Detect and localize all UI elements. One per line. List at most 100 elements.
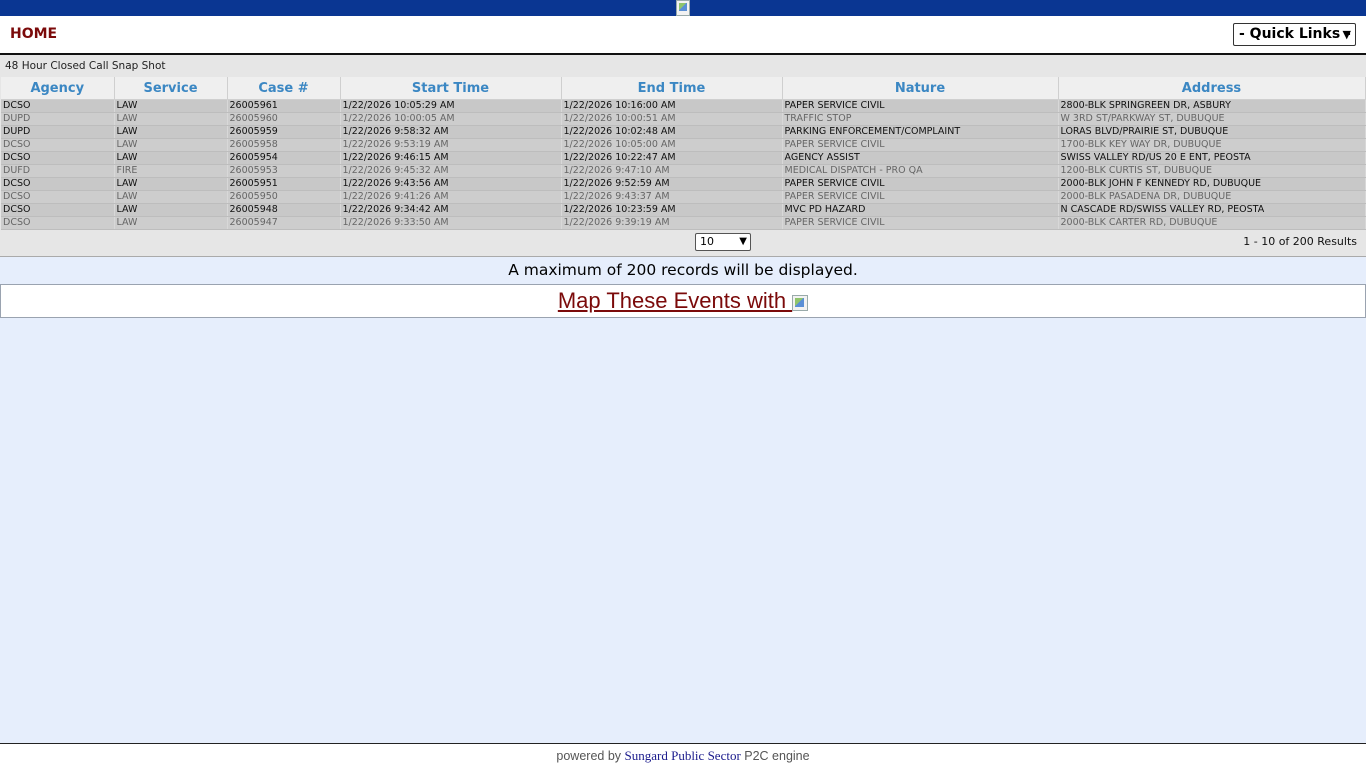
- broken-image-icon: [792, 295, 809, 311]
- cell-address: 2000-BLK PASADENA DR, DUBUQUE: [1058, 190, 1366, 204]
- map-events-label: Map These Events with: [557, 288, 793, 313]
- cell-end-time: 1/22/2026 10:02:48 AM: [561, 125, 783, 139]
- results-count: 1 - 10 of 200 Results: [1243, 235, 1357, 248]
- cell-case: 26005950: [227, 190, 341, 204]
- panel-title: 48 Hour Closed Call Snap Shot: [5, 60, 166, 72]
- column-header-nature[interactable]: Nature: [782, 77, 1059, 100]
- table-row[interactable]: DCSO LAW 26005947 1/22/2026 9:33:50 AM 1/22/…: [1, 216, 1366, 230]
- cell-agency: DCSO: [1, 177, 115, 191]
- cell-agency: DUPD: [1, 112, 115, 126]
- cell-agency: DCSO: [1, 190, 115, 204]
- footer-prefix: powered by: [556, 749, 625, 763]
- cell-agency: DUFD: [1, 164, 115, 178]
- column-header-end-time[interactable]: End Time: [561, 77, 783, 100]
- cell-start-time: 1/22/2026 9:34:42 AM: [340, 203, 562, 217]
- cell-address: LORAS BLVD/PRAIRIE ST, DUBUQUE: [1058, 125, 1366, 139]
- cell-service: LAW: [114, 216, 228, 230]
- cell-address: 1200-BLK CURTIS ST, DUBUQUE: [1058, 164, 1366, 178]
- cell-nature: PAPER SERVICE CIVIL: [782, 99, 1059, 113]
- table-row[interactable]: DUPD LAW 26005959 1/22/2026 9:58:32 AM 1/22/…: [1, 125, 1366, 139]
- cell-service: LAW: [114, 112, 228, 126]
- cell-address: 2800-BLK SPRINGREEN DR, ASBURY: [1058, 99, 1366, 113]
- cell-case: 26005958: [227, 138, 341, 152]
- closed-calls-panel: 48 Hour Closed Call Snap Shot Agency Ser…: [0, 55, 1366, 257]
- cell-end-time: 1/22/2026 9:52:59 AM: [561, 177, 783, 191]
- cell-start-time: 1/22/2026 9:58:32 AM: [340, 125, 562, 139]
- table-row[interactable]: DCSO LAW 26005950 1/22/2026 9:41:26 AM 1/22/…: [1, 190, 1366, 204]
- table-row[interactable]: DUFD FIRE 26005953 1/22/2026 9:45:32 AM 1/22…: [1, 164, 1366, 178]
- chevron-down-icon: ▼: [739, 236, 747, 247]
- cell-nature: MEDICAL DISPATCH - PRO QA: [782, 164, 1059, 178]
- cell-nature: AGENCY ASSIST: [782, 151, 1059, 165]
- table-header-row: Agency Service Case # Start Time End Tim…: [1, 77, 1366, 100]
- map-events-link[interactable]: Map These Events with: [557, 288, 809, 313]
- header-bar: HOME - Quick Links - ▼: [0, 16, 1366, 53]
- cell-address: N CASCADE RD/SWISS VALLEY RD, PEOSTA: [1058, 203, 1366, 217]
- cell-case: 26005960: [227, 112, 341, 126]
- cell-service: LAW: [114, 151, 228, 165]
- cell-service: FIRE: [114, 164, 228, 178]
- cell-service: LAW: [114, 177, 228, 191]
- vendor-link[interactable]: Sungard Public Sector: [625, 748, 741, 763]
- footer-suffix: P2C engine: [740, 749, 810, 763]
- cell-start-time: 1/22/2026 9:33:50 AM: [340, 216, 562, 230]
- calls-table: Agency Service Case # Start Time End Tim…: [1, 77, 1366, 230]
- home-link[interactable]: HOME: [10, 26, 57, 42]
- cell-nature: PAPER SERVICE CIVIL: [782, 138, 1059, 152]
- column-header-agency[interactable]: Agency: [1, 77, 115, 100]
- map-events-box: Map These Events with: [0, 284, 1366, 318]
- cell-agency: DCSO: [1, 216, 115, 230]
- column-header-case[interactable]: Case #: [227, 77, 341, 100]
- broken-image-icon: [676, 0, 690, 16]
- cell-start-time: 1/22/2026 10:05:29 AM: [340, 99, 562, 113]
- cell-start-time: 1/22/2026 9:46:15 AM: [340, 151, 562, 165]
- cell-service: LAW: [114, 99, 228, 113]
- cell-end-time: 1/22/2026 10:16:00 AM: [561, 99, 783, 113]
- cell-end-time: 1/22/2026 9:43:37 AM: [561, 190, 783, 204]
- cell-agency: DCSO: [1, 203, 115, 217]
- cell-end-time: 1/22/2026 9:47:10 AM: [561, 164, 783, 178]
- cell-agency: DCSO: [1, 99, 115, 113]
- cell-start-time: 1/22/2026 9:45:32 AM: [340, 164, 562, 178]
- cell-address: 2000-BLK JOHN F KENNEDY RD, DUBUQUE: [1058, 177, 1366, 191]
- cell-nature: MVC PD HAZARD: [782, 203, 1059, 217]
- cell-agency: DUPD: [1, 125, 115, 139]
- table-row[interactable]: DCSO LAW 26005954 1/22/2026 9:46:15 AM 1/22/…: [1, 151, 1366, 165]
- table-row[interactable]: DCSO LAW 26005948 1/22/2026 9:34:42 AM 1/22/…: [1, 203, 1366, 217]
- column-header-service[interactable]: Service: [114, 77, 228, 100]
- cell-nature: PAPER SERVICE CIVIL: [782, 216, 1059, 230]
- cell-end-time: 1/22/2026 9:39:19 AM: [561, 216, 783, 230]
- cell-nature: PAPER SERVICE CIVIL: [782, 177, 1059, 191]
- cell-start-time: 1/22/2026 10:00:05 AM: [340, 112, 562, 126]
- page-size-select[interactable]: 10 ▼: [695, 233, 751, 251]
- table-row[interactable]: DCSO LAW 26005961 1/22/2026 10:05:29 AM 1/22…: [1, 99, 1366, 113]
- cell-agency: DCSO: [1, 138, 115, 152]
- cell-address: 1700-BLK KEY WAY DR, DUBUQUE: [1058, 138, 1366, 152]
- cell-end-time: 1/22/2026 10:00:51 AM: [561, 112, 783, 126]
- cell-address: SWISS VALLEY RD/US 20 E ENT, PEOSTA: [1058, 151, 1366, 165]
- page-size-value: 10: [700, 235, 714, 248]
- cell-agency: DCSO: [1, 151, 115, 165]
- quick-links-select[interactable]: - Quick Links - ▼: [1233, 23, 1356, 46]
- cell-start-time: 1/22/2026 9:53:19 AM: [340, 138, 562, 152]
- cell-end-time: 1/22/2026 10:22:47 AM: [561, 151, 783, 165]
- column-header-start-time[interactable]: Start Time: [340, 77, 562, 100]
- footer: powered by Sungard Public Sector P2C eng…: [0, 743, 1366, 769]
- cell-nature: PAPER SERVICE CIVIL: [782, 190, 1059, 204]
- column-header-address[interactable]: Address: [1058, 77, 1366, 100]
- quick-links-label: - Quick Links -: [1239, 26, 1351, 42]
- cell-case: 26005947: [227, 216, 341, 230]
- cell-case: 26005953: [227, 164, 341, 178]
- cell-service: LAW: [114, 125, 228, 139]
- cell-case: 26005951: [227, 177, 341, 191]
- cell-case: 26005961: [227, 99, 341, 113]
- table-row[interactable]: DCSO LAW 26005958 1/22/2026 9:53:19 AM 1/22/…: [1, 138, 1366, 152]
- cell-nature: PARKING ENFORCEMENT/COMPLAINT: [782, 125, 1059, 139]
- cell-start-time: 1/22/2026 9:43:56 AM: [340, 177, 562, 191]
- cell-case: 26005954: [227, 151, 341, 165]
- top-banner: [0, 0, 1366, 16]
- cell-case: 26005959: [227, 125, 341, 139]
- table-row[interactable]: DUPD LAW 26005960 1/22/2026 10:00:05 AM 1/22…: [1, 112, 1366, 126]
- table-row[interactable]: DCSO LAW 26005951 1/22/2026 9:43:56 AM 1/22/…: [1, 177, 1366, 191]
- cell-service: LAW: [114, 138, 228, 152]
